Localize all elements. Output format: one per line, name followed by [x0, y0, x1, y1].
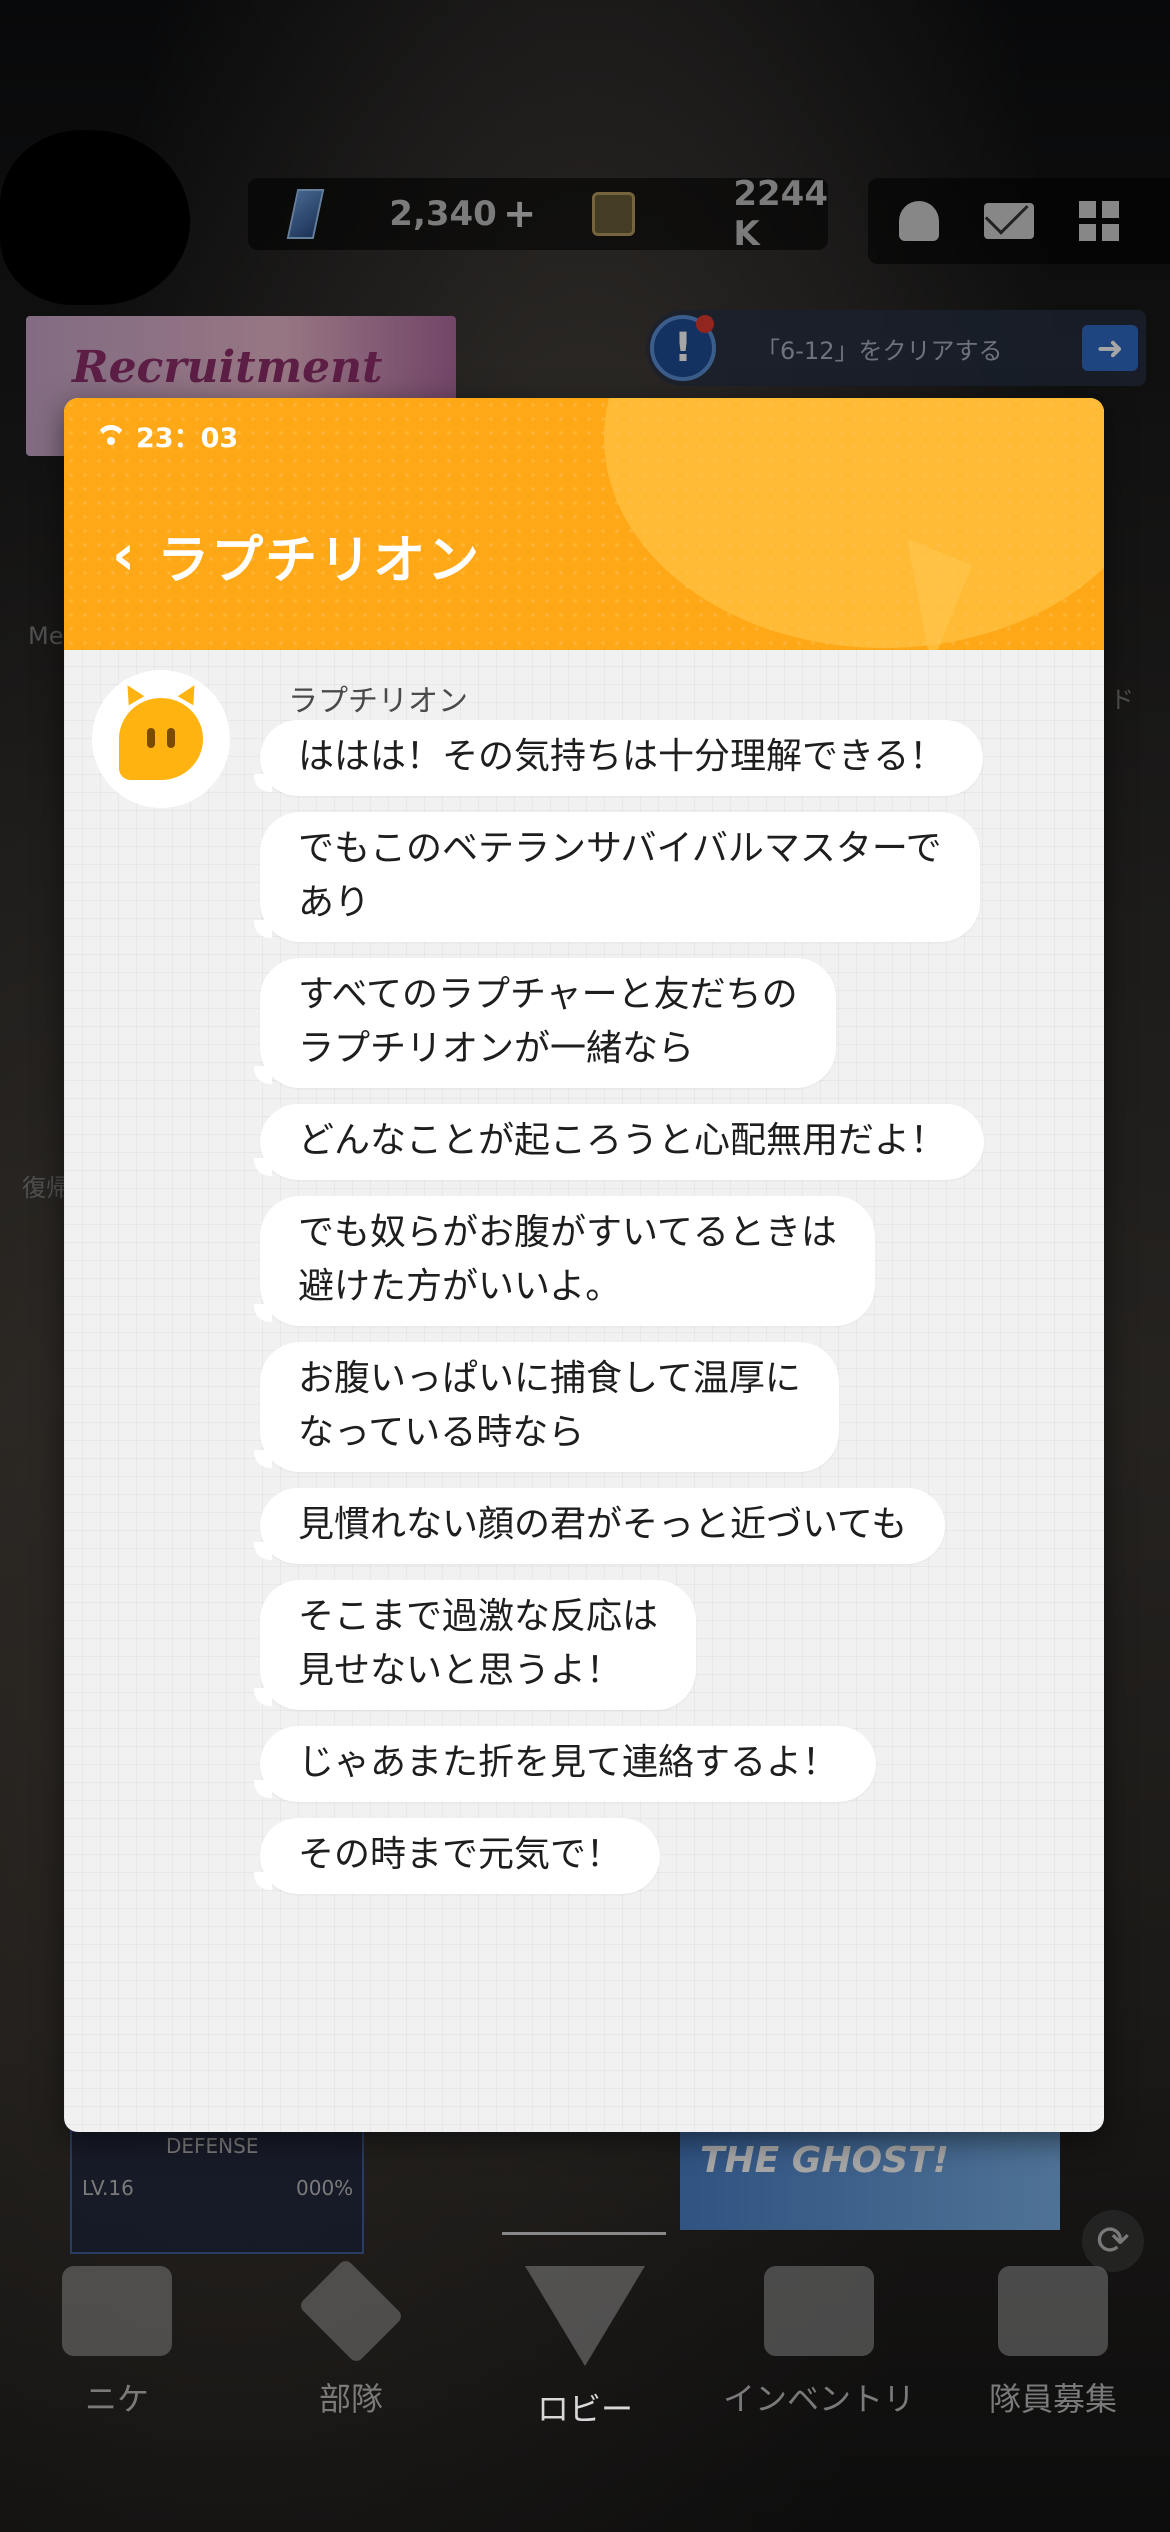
- raptelion-icon: [119, 698, 203, 780]
- bottom-nav: ニケ 部隊 ロビー インベントリ 隊員募集: [0, 2250, 1170, 2428]
- message-bubble: ははは！その気持ちは十分理解できる！: [253, 720, 984, 796]
- wifi-icon: [96, 425, 126, 447]
- nav-label: 隊員募集: [988, 2380, 1117, 2418]
- chat-title: ラプチリオン: [157, 531, 482, 591]
- status-bar: 23：03: [96, 416, 238, 455]
- message-list: ははは！その気持ちは十分理解できる！ でもこのベテランサバイバルマスターで あり…: [253, 720, 1080, 1910]
- recruit-icon: [998, 2266, 1108, 2356]
- chat-modal: 23：03 ‹ ラプチリオン ラプチリオン ははは！その気持ちは十分理解できる！…: [64, 398, 1104, 2132]
- inventory-icon: [764, 2266, 874, 2356]
- nav-nikke[interactable]: ニケ: [7, 2250, 227, 2420]
- message-bubble: でもこのベテランサバイバルマスターで あり: [254, 812, 980, 942]
- message-bubble: その時まで元気で！: [253, 1818, 661, 1894]
- squad-icon: [297, 2257, 405, 2365]
- chevron-left-icon: ‹: [112, 522, 136, 588]
- sender-name: ラプチリオン: [288, 684, 468, 719]
- nav-indicator: [502, 2232, 666, 2235]
- people-icon: [62, 2266, 172, 2356]
- status-time: 23：03: [136, 423, 239, 454]
- nav-squad[interactable]: 部隊: [241, 2250, 461, 2420]
- message-bubble: 見慣れない顔の君がそっと近づいても: [253, 1488, 946, 1564]
- message-bubble: じゃあまた折を見て連絡するよ！: [253, 1726, 877, 1802]
- chat-header: 23：03 ‹ ラプチリオン: [64, 398, 1104, 650]
- nav-label: 部隊: [318, 2380, 383, 2418]
- nav-inventory[interactable]: インベントリ: [709, 2250, 929, 2420]
- avatar: [92, 670, 230, 808]
- back-button[interactable]: ‹ ラプチリオン: [112, 518, 481, 593]
- lobby-icon: [525, 2266, 645, 2366]
- message-bubble: そこまで過激な反応は 見せないと思うよ！: [253, 1580, 697, 1710]
- message-bubble: すべてのラプチャーと友だちの ラプチリオンが一緒なら: [254, 958, 836, 1088]
- message-bubble: でも奴らがお腹がすいてるときは 避けた方がいいよ。: [254, 1196, 875, 1326]
- message-bubble: どんなことが起ころうと心配無用だよ！: [253, 1104, 985, 1180]
- nav-lobby[interactable]: ロビー: [475, 2250, 695, 2428]
- nav-recruit[interactable]: 隊員募集: [943, 2250, 1163, 2420]
- nav-label: ロビー: [536, 2390, 633, 2428]
- nav-label: ニケ: [84, 2380, 149, 2418]
- message-bubble: お腹いっぱいに捕食して温厚に なっている時なら: [254, 1342, 839, 1472]
- nav-label: インベントリ: [722, 2380, 915, 2418]
- speech-bubble-decoration: [604, 398, 1104, 648]
